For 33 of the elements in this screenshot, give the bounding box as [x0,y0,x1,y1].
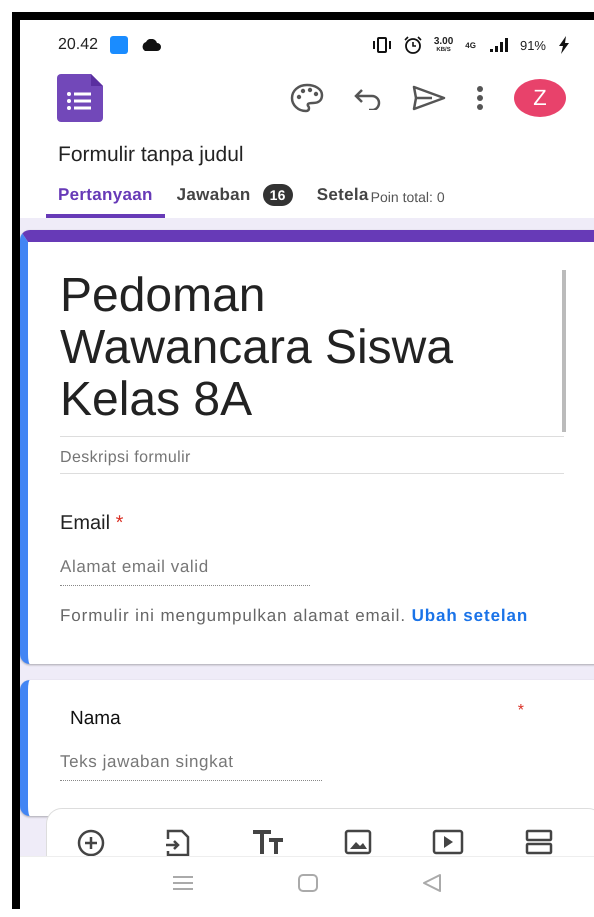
battery-level: 91% [520,38,546,52]
tab[interactable]: Jawaban 16 [164,176,305,218]
send-icon[interactable] [412,85,446,111]
more-icon[interactable] [476,85,484,111]
required-mark: * [116,512,124,534]
email-notice: Formulir ini mengumpulkan alamat email. Ubah setelan [60,605,530,627]
undo-icon[interactable] [354,86,382,110]
import-icon[interactable] [165,829,192,856]
vibrate-icon [372,37,392,53]
points-total: Poin total: 0 [370,189,445,205]
form-name: Formulir tanpa judul [58,142,244,168]
count-badge: 16 [262,184,293,206]
description-field[interactable]: Deskripsi formulir [60,437,564,474]
palette-icon[interactable] [290,83,324,113]
network-type: 4G [465,40,476,50]
forms-logo-icon[interactable] [57,74,103,122]
video-icon[interactable] [432,829,464,855]
required-mark: * [518,702,524,721]
add-icon[interactable] [77,829,106,856]
section-icon[interactable] [524,829,553,855]
alarm-icon [404,36,422,54]
settings-link[interactable]: Ubah setelan [412,606,528,625]
text-format-icon[interactable] [252,829,284,855]
image-icon[interactable] [344,829,372,855]
account-avatar[interactable]: Z [514,79,566,117]
cloud-icon [140,39,162,51]
form-title[interactable]: Pedoman Wawancara Siswa Kelas 8A [60,270,490,436]
question-title: Email * [60,512,124,535]
signal-icon [488,37,508,53]
clock-time: 20.42 [58,36,98,54]
question-title: Nama [70,708,121,730]
tab[interactable]: Setela [304,176,369,218]
charging-icon [558,36,570,54]
